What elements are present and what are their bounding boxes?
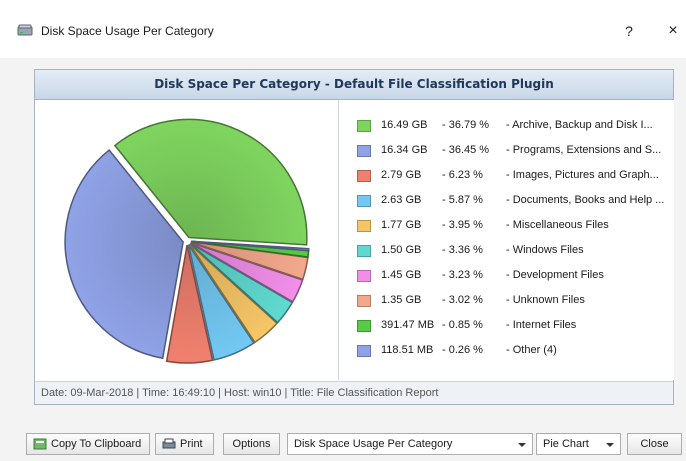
pie-chart [64, 118, 310, 364]
legend-size: 2.79 GB [381, 169, 422, 181]
legend-row: 118.51 MB - 0.26 % - Other (4) [357, 344, 672, 360]
legend-category: - Other (4) [506, 344, 557, 356]
legend-percent: - 36.79 % [442, 119, 490, 131]
close-window-button[interactable]: × [661, 20, 685, 42]
title-bar: Disk Space Usage Per Category ? × [0, 0, 686, 58]
legend-percent: - 3.36 % [442, 244, 483, 256]
help-button[interactable]: ? [617, 20, 641, 42]
pie-chart-area [35, 100, 338, 380]
legend-row: 16.34 GB - 36.45 % - Programs, Extensions … [357, 144, 672, 160]
legend-row: 2.79 GB - 6.23 % - Images, Pictures and Gr… [357, 169, 672, 185]
legend-row: 1.35 GB - 3.02 % - Unknown Files [357, 294, 672, 310]
legend-row: 16.49 GB - 36.79 % - Archive, Backup and D… [357, 119, 672, 135]
options-button[interactable]: Options [223, 433, 280, 455]
legend-size: 2.63 GB [381, 194, 422, 206]
close-button[interactable]: Close [627, 433, 682, 455]
legend-row: 1.77 GB - 3.95 % - Miscellaneous Files [357, 219, 672, 235]
print-button-label: Print [180, 438, 203, 450]
chevron-down-icon [518, 443, 526, 447]
clipboard-icon [33, 438, 47, 450]
report-footer: Date: 09-Mar-2018 | Time: 16:49:10 | Hos… [35, 381, 673, 404]
legend-size: 16.49 GB [381, 119, 428, 131]
disk-drive-icon [17, 24, 33, 36]
legend-size: 118.51 MB [381, 344, 434, 356]
legend-size: 16.34 GB [381, 144, 428, 156]
legend-percent: - 6.23 % [442, 169, 483, 181]
chevron-down-icon [606, 443, 614, 447]
legend-percent: - 3.23 % [442, 269, 483, 281]
chart-select-value: Pie Chart [543, 438, 589, 450]
chart-legend: 16.49 GB - 36.79 % - Archive, Backup and D… [338, 100, 674, 380]
window-title: Disk Space Usage Per Category [41, 24, 214, 38]
legend-swatch [357, 220, 371, 232]
legend-size: 391.47 MB [381, 319, 435, 331]
report-panel: Disk Space Per Category - Default File C… [34, 69, 674, 405]
legend-percent: - 36.45 % [442, 144, 490, 156]
legend-swatch [357, 320, 371, 332]
legend-swatch [357, 245, 371, 257]
legend-row: 1.50 GB - 3.36 % - Windows Files [357, 244, 672, 260]
legend-category: - Development Files [506, 269, 604, 281]
legend-category: - Miscellaneous Files [506, 219, 609, 231]
legend-swatch [357, 345, 371, 357]
legend-percent: - 0.26 % [442, 344, 483, 356]
legend-percent: - 3.95 % [442, 219, 483, 231]
panel-title: Disk Space Per Category - Default File C… [35, 70, 673, 100]
legend-row: 391.47 MB - 0.85 % - Internet Files [357, 319, 672, 335]
legend-size: 1.35 GB [381, 294, 422, 306]
legend-swatch [357, 170, 371, 182]
legend-size: 1.45 GB [381, 269, 422, 281]
legend-category: - Programs, Extensions and S... [506, 144, 662, 156]
legend-category: - Images, Pictures and Graph... [506, 169, 659, 181]
legend-category: - Windows Files [506, 244, 584, 256]
report-select-value: Disk Space Usage Per Category [294, 438, 453, 450]
legend-swatch [357, 120, 371, 132]
legend-size: 1.50 GB [381, 244, 422, 256]
legend-percent: - 0.85 % [442, 319, 483, 331]
legend-category: - Documents, Books and Help ... [506, 194, 665, 206]
legend-percent: - 3.02 % [442, 294, 483, 306]
legend-swatch [357, 195, 371, 207]
legend-category: - Archive, Backup and Disk I... [506, 119, 653, 131]
legend-swatch [357, 295, 371, 307]
printer-icon [162, 438, 176, 449]
legend-row: 2.63 GB - 5.87 % - Documents, Books and He… [357, 194, 672, 210]
legend-percent: - 5.87 % [442, 194, 483, 206]
legend-category: - Unknown Files [506, 294, 585, 306]
legend-swatch [357, 270, 371, 282]
chart-type-select[interactable]: Pie Chart [536, 433, 621, 455]
copy-to-clipboard-button[interactable]: Copy To Clipboard [26, 433, 150, 455]
legend-swatch [357, 145, 371, 157]
print-button[interactable]: Print [155, 433, 214, 455]
copy-button-label: Copy To Clipboard [51, 438, 142, 450]
legend-category: - Internet Files [506, 319, 577, 331]
legend-row: 1.45 GB - 3.23 % - Development Files [357, 269, 672, 285]
report-type-select[interactable]: Disk Space Usage Per Category [287, 433, 533, 455]
legend-size: 1.77 GB [381, 219, 422, 231]
